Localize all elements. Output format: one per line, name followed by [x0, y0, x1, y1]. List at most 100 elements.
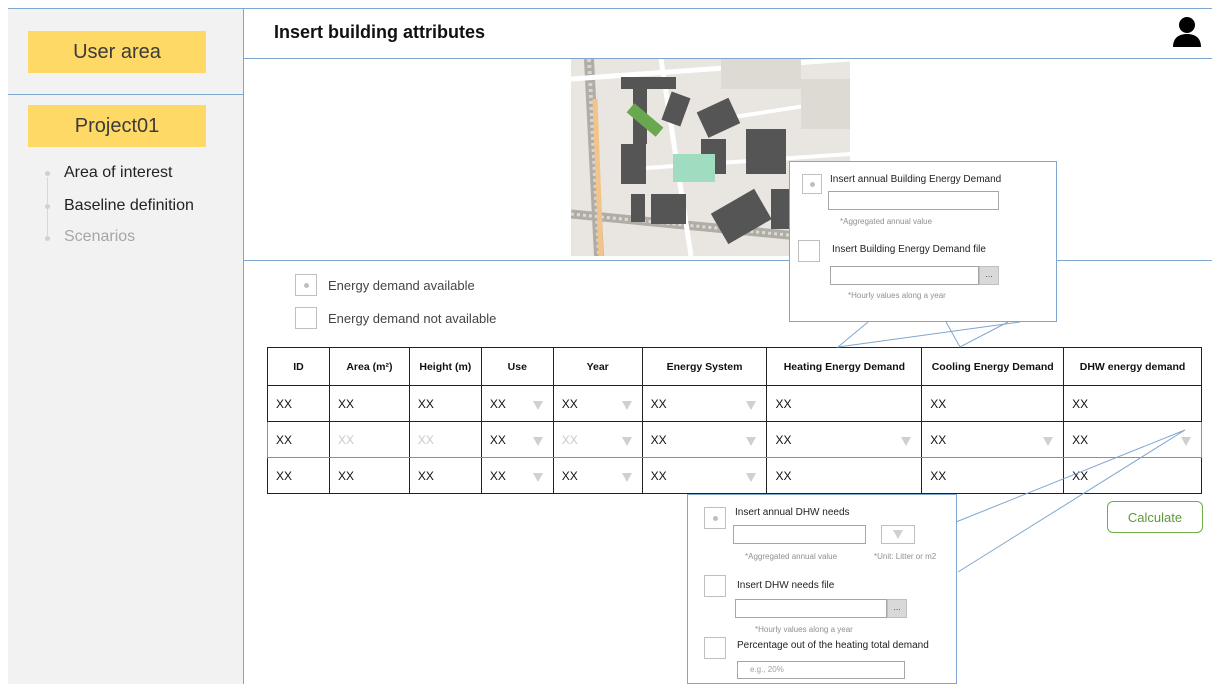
- column-header: Height (m): [408, 347, 482, 386]
- dropdown-arrow-icon[interactable]: [621, 473, 632, 482]
- page-title: Insert building attributes: [274, 22, 486, 42]
- cell-year[interactable]: XX: [552, 385, 643, 422]
- cell-energy-system[interactable]: XX: [641, 457, 768, 494]
- cell-dhw-demand[interactable]: XX: [1063, 385, 1202, 422]
- energy-file-note: *Hourly values along a year: [848, 291, 946, 300]
- energy-available-radio[interactable]: [295, 274, 317, 296]
- dropdown-arrow-icon[interactable]: [532, 473, 543, 482]
- cell-year[interactable]: XX: [552, 457, 643, 494]
- project-button[interactable]: Project01: [28, 105, 206, 147]
- dropdown-arrow-icon[interactable]: [621, 401, 632, 410]
- cell-energy-system[interactable]: XX: [641, 385, 768, 422]
- user-avatar-icon[interactable]: [1172, 16, 1202, 48]
- dhw-popup: Insert annual DHW needs *Aggregated annu…: [687, 494, 957, 684]
- cell-id[interactable]: XX: [267, 457, 330, 494]
- table-row-selected: XX XX XX XX XX XX XX XX XX: [267, 421, 1202, 458]
- energy-file-input[interactable]: [830, 266, 979, 285]
- sidebar-divider: [8, 94, 244, 95]
- dropdown-arrow-icon[interactable]: [621, 437, 632, 446]
- cell-value: XX: [650, 468, 667, 483]
- energy-not-available-radio[interactable]: [295, 307, 317, 329]
- percentage-input[interactable]: e.g., 20%: [737, 661, 905, 679]
- cell-cooling-demand[interactable]: XX: [921, 457, 1065, 494]
- annual-energy-radio[interactable]: [802, 174, 822, 194]
- energy-file-label: Insert Building Energy Demand file: [832, 244, 986, 255]
- nav-dot: [45, 171, 50, 176]
- column-header: DHW energy demand: [1063, 347, 1202, 386]
- dropdown-arrow-icon[interactable]: [532, 437, 543, 446]
- cell-use[interactable]: XX: [480, 385, 554, 422]
- nav-scenarios: Scenarios: [64, 228, 136, 245]
- cell-energy-system[interactable]: XX: [641, 421, 768, 458]
- cell-height[interactable]: XX: [408, 457, 482, 494]
- dhw-file-browse-button[interactable]: ...: [887, 599, 907, 618]
- cell-value: XX: [489, 396, 506, 411]
- dropdown-arrow-icon[interactable]: [532, 401, 543, 410]
- energy-file-radio[interactable]: [798, 240, 820, 262]
- cell-heating-demand[interactable]: XX: [766, 457, 923, 494]
- cell-value: XX: [1072, 432, 1089, 447]
- annual-energy-label: Insert annual Building Energy Demand: [830, 174, 1002, 185]
- dropdown-arrow-icon[interactable]: [746, 401, 757, 410]
- annual-dhw-input[interactable]: [733, 525, 866, 544]
- cell-id[interactable]: XX: [267, 421, 330, 458]
- nav-area-of-interest[interactable]: Area of interest: [64, 164, 173, 182]
- annual-dhw-radio[interactable]: [704, 507, 726, 529]
- cell-id[interactable]: XX: [267, 385, 330, 422]
- table-row: XX XX XX XX XX XX XX XX XX: [267, 385, 1202, 422]
- nav-baseline-definition[interactable]: Baseline definition: [64, 197, 194, 215]
- cell-height[interactable]: XX: [408, 385, 482, 422]
- cell-height[interactable]: XX: [408, 421, 482, 458]
- building-attributes-table: ID Area (m²) Height (m) Use Year Energy …: [267, 347, 1202, 494]
- sidebar: User area Project01 Area of interest Bas…: [8, 9, 244, 684]
- cell-dhw-demand[interactable]: XX: [1063, 457, 1202, 494]
- cell-area[interactable]: XX: [328, 457, 410, 494]
- calculate-button[interactable]: Calculate: [1107, 501, 1203, 533]
- cell-heating-demand[interactable]: XX: [766, 385, 923, 422]
- radio-dot: [713, 516, 718, 521]
- cell-cooling-demand[interactable]: XX: [921, 385, 1065, 422]
- column-header: ID: [267, 347, 330, 386]
- cell-use[interactable]: XX: [480, 421, 554, 458]
- user-area-button[interactable]: User area: [28, 31, 206, 73]
- radio-dot: [304, 283, 309, 288]
- cell-value: XX: [650, 396, 667, 411]
- table-row: XX XX XX XX XX XX XX XX XX: [267, 457, 1202, 494]
- energy-not-available-label: Energy demand not available: [328, 311, 497, 326]
- percentage-radio[interactable]: [704, 637, 726, 659]
- cell-area[interactable]: XX: [328, 421, 410, 458]
- dhw-file-note: *Hourly values along a year: [755, 625, 853, 634]
- annual-energy-note: *Aggregated annual value: [840, 217, 933, 226]
- nav-line: [47, 177, 48, 241]
- nav-dot: [45, 204, 50, 209]
- column-header: Area (m²): [328, 347, 410, 386]
- radio-dot: [810, 182, 815, 187]
- dropdown-arrow-icon[interactable]: [1181, 437, 1191, 446]
- energy-available-label: Energy demand available: [328, 278, 475, 293]
- column-header: Energy System: [641, 347, 768, 386]
- dropdown-arrow-icon[interactable]: [1043, 437, 1054, 446]
- cell-year[interactable]: XX: [552, 421, 643, 458]
- section-divider: [244, 260, 1212, 261]
- unit-select[interactable]: [881, 525, 915, 544]
- cell-value: XX: [561, 468, 578, 483]
- cell-value: XX: [489, 432, 506, 447]
- dropdown-arrow-icon[interactable]: [746, 437, 757, 446]
- dropdown-arrow-icon[interactable]: [901, 437, 912, 446]
- annual-energy-input[interactable]: [828, 191, 999, 210]
- dropdown-arrow-icon[interactable]: [746, 473, 757, 482]
- cell-dhw-demand[interactable]: XX: [1063, 421, 1202, 458]
- dhw-file-label: Insert DHW needs file: [737, 580, 835, 591]
- column-header: Heating Energy Demand: [766, 347, 923, 386]
- dhw-file-input[interactable]: [735, 599, 887, 618]
- column-header: Use: [480, 347, 554, 386]
- dhw-file-radio[interactable]: [704, 575, 726, 597]
- cell-value: XX: [489, 468, 506, 483]
- cell-value: XX: [561, 432, 578, 447]
- energy-file-browse-button[interactable]: ...: [979, 266, 999, 285]
- cell-cooling-demand[interactable]: XX: [921, 421, 1065, 458]
- cell-use[interactable]: XX: [480, 457, 554, 494]
- cell-value: XX: [650, 432, 667, 447]
- cell-heating-demand[interactable]: XX: [766, 421, 923, 458]
- cell-area[interactable]: XX: [328, 385, 410, 422]
